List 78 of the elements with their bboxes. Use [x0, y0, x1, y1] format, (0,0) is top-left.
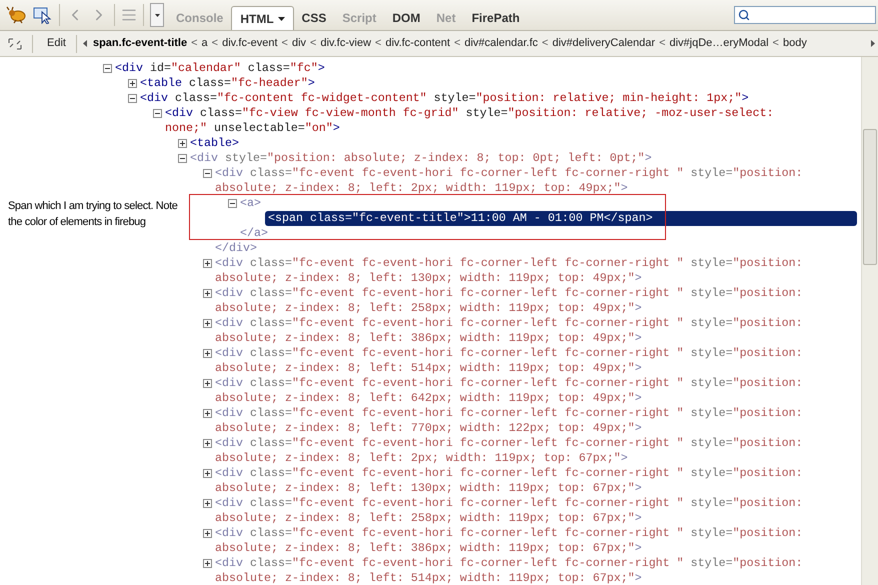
- panel-tab[interactable]: CSS: [294, 6, 334, 30]
- expand-icon[interactable]: [203, 499, 212, 508]
- breadcrumb-item[interactable]: span.fc-event-title: [92, 35, 188, 52]
- caret-icon: [278, 16, 285, 20]
- expand-icon[interactable]: [203, 319, 212, 328]
- html-node[interactable]: <div class="fc-event fc-event-hori fc-corner-left fc-corner-right " style="position: absolute; z-index: 8; left: 258px; width: 119px; top: 49px;">: [215, 286, 813, 316]
- expand-icon[interactable]: [178, 139, 187, 148]
- html-node[interactable]: <div class="fc-event fc-event-hori fc-corner-left fc-corner-right " style="position: absolute; z-index: 8; left: 514px; width: 119px; top: 49px;">: [215, 346, 813, 376]
- panel-tab[interactable]: HTML: [231, 6, 294, 30]
- breadcrumb-item[interactable]: div#jqDe…eryModal: [670, 35, 769, 52]
- html-node[interactable]: <div class="fc-content fc-widget-content" style="position: relative; min-height: 1px;">: [140, 91, 749, 106]
- expand-icon[interactable]: [128, 79, 137, 88]
- html-node[interactable]: <div id="calendar" class="fc">: [115, 61, 325, 76]
- expand-icon[interactable]: [203, 559, 212, 568]
- breadcrumb-separator: <: [772, 36, 779, 52]
- breadcrumb-separator: <: [310, 36, 316, 52]
- breadcrumb-separator: <: [191, 36, 198, 52]
- expand-icon[interactable]: [203, 289, 212, 298]
- html-node[interactable]: <div class="fc-event fc-event-hori fc-corner-left fc-corner-right " style="position: absolute; z-index: 8; left: 130px; width: 119px; top: 67px;">: [215, 466, 813, 496]
- breadcrumb-separator: <: [542, 36, 548, 52]
- html-node[interactable]: <div class="fc-event fc-event-hori fc-corner-left fc-corner-right " style="position: absolute; z-index: 8; left: 2px; width: 119px; top: 67px;">: [215, 436, 813, 466]
- scrollbar[interactable]: [861, 57, 878, 585]
- bug-icon[interactable]: [6, 6, 28, 24]
- closing-tag: </div>: [215, 241, 813, 256]
- collapse-icon[interactable]: [203, 169, 212, 178]
- collapse-icon[interactable]: [128, 94, 137, 103]
- breadcrumb-item[interactable]: div.fc-event: [222, 35, 278, 52]
- collapse-icon[interactable]: [178, 154, 187, 163]
- panel-tab[interactable]: FirePath: [464, 6, 528, 30]
- expand-icon[interactable]: [203, 409, 212, 418]
- collapse-icon[interactable]: [153, 109, 162, 118]
- breadcrumb-item[interactable]: div: [292, 35, 306, 52]
- search-field[interactable]: [734, 6, 876, 24]
- search-icon: [738, 9, 750, 21]
- html-node[interactable]: <div class="fc-event fc-event-hori fc-corner-left fc-corner-right " style="position: absolute; z-index: 8; left: 130px; width: 119px; top: 49px;">: [215, 256, 813, 286]
- edit-button[interactable]: Edit: [43, 35, 70, 52]
- breadcrumb-separator: <: [375, 36, 382, 52]
- closing-tag: </a>: [240, 226, 813, 241]
- expand-icon[interactable]: [203, 469, 212, 478]
- collapse-icon[interactable]: [103, 64, 112, 73]
- expand-icon[interactable]: [203, 439, 212, 448]
- menu-button[interactable]: [150, 3, 164, 27]
- html-node[interactable]: <div class="fc-event fc-event-hori fc-corner-left fc-corner-right " style="position: absolute; z-index: 8; left: 514px; width: 119px; top: 67px;">: [215, 556, 813, 585]
- collapse-arrows-icon[interactable]: [8, 38, 22, 50]
- breadcrumb-item[interactable]: div.fc-content: [385, 35, 450, 52]
- breadcrumb-separator: <: [659, 36, 666, 52]
- html-node[interactable]: <a>: [240, 196, 261, 211]
- html-node[interactable]: <div class="fc-view fc-view-month fc-grid" style="position: relative; -moz-user-select: none;" unselectable="on">: [165, 106, 813, 136]
- html-node[interactable]: <div class="fc-event fc-event-hori fc-corner-left fc-corner-right " style="position: absolute; z-index: 8; left: 770px; width: 122px; top: 49px;">: [215, 406, 813, 436]
- collapse-icon[interactable]: [228, 199, 237, 208]
- html-node[interactable]: <div class="fc-event fc-event-hori fc-corner-left fc-corner-right " style="position: absolute; z-index: 8; left: 642px; width: 119px; top: 49px;">: [215, 376, 813, 406]
- html-node[interactable]: <div style="position: absolute; z-index: 8; top: 0pt; left: 0pt;">: [190, 151, 652, 166]
- caret-icon: [154, 14, 160, 16]
- breadcrumb-separator: <: [212, 36, 218, 52]
- expand-icon[interactable]: [203, 529, 212, 538]
- scroll-right-icon[interactable]: [871, 40, 875, 47]
- annotation-text: Span which I am trying to select. Note the color of elements in firebug: [8, 199, 178, 230]
- html-node[interactable]: <div class="fc-event fc-event-hori fc-corner-left fc-corner-right " style="position: absolute; z-index: 8; left: 386px; width: 119px; top: 67px;">: [215, 526, 813, 556]
- html-node[interactable]: <div class="fc-event fc-event-hori fc-corner-left fc-corner-right " style="position: absolute; z-index: 8; left: 2px; width: 119px; top: 49px;">: [215, 166, 813, 196]
- breadcrumb-item[interactable]: body: [782, 35, 807, 52]
- expand-icon[interactable]: [203, 379, 212, 388]
- breadcrumb-separator: <: [454, 36, 460, 52]
- inspect-icon[interactable]: [33, 6, 53, 24]
- scroll-left-icon[interactable]: [82, 40, 87, 47]
- breadcrumb-item[interactable]: a: [202, 35, 208, 52]
- expand-icon[interactable]: [203, 349, 212, 358]
- html-node[interactable]: <table class="fc-header">: [140, 76, 315, 91]
- expand-icon[interactable]: [203, 259, 212, 268]
- html-node[interactable]: <div class="fc-event fc-event-hori fc-corner-left fc-corner-right " style="position: absolute; z-index: 8; left: 386px; width: 119px; top: 49px;">: [215, 316, 813, 346]
- selected-node[interactable]: <span class="fc-event-title">11:00 AM - 01:00 PM</span>: [265, 211, 857, 226]
- breadcrumb-item[interactable]: div#calendar.fc: [464, 35, 538, 52]
- breadcrumb-item[interactable]: div.fc-view: [320, 35, 372, 52]
- breadcrumb-separator: <: [282, 36, 288, 52]
- html-node[interactable]: <div class="fc-event fc-event-hori fc-corner-left fc-corner-right " style="position: absolute; z-index: 8; left: 258px; width: 119px; top: 67px;">: [215, 496, 813, 526]
- breadcrumb-item[interactable]: div#deliveryCalendar: [552, 35, 656, 52]
- html-node[interactable]: <table>: [190, 136, 239, 151]
- panel-tab[interactable]: DOM: [384, 6, 428, 30]
- scrollbar-thumb[interactable]: [863, 129, 877, 265]
